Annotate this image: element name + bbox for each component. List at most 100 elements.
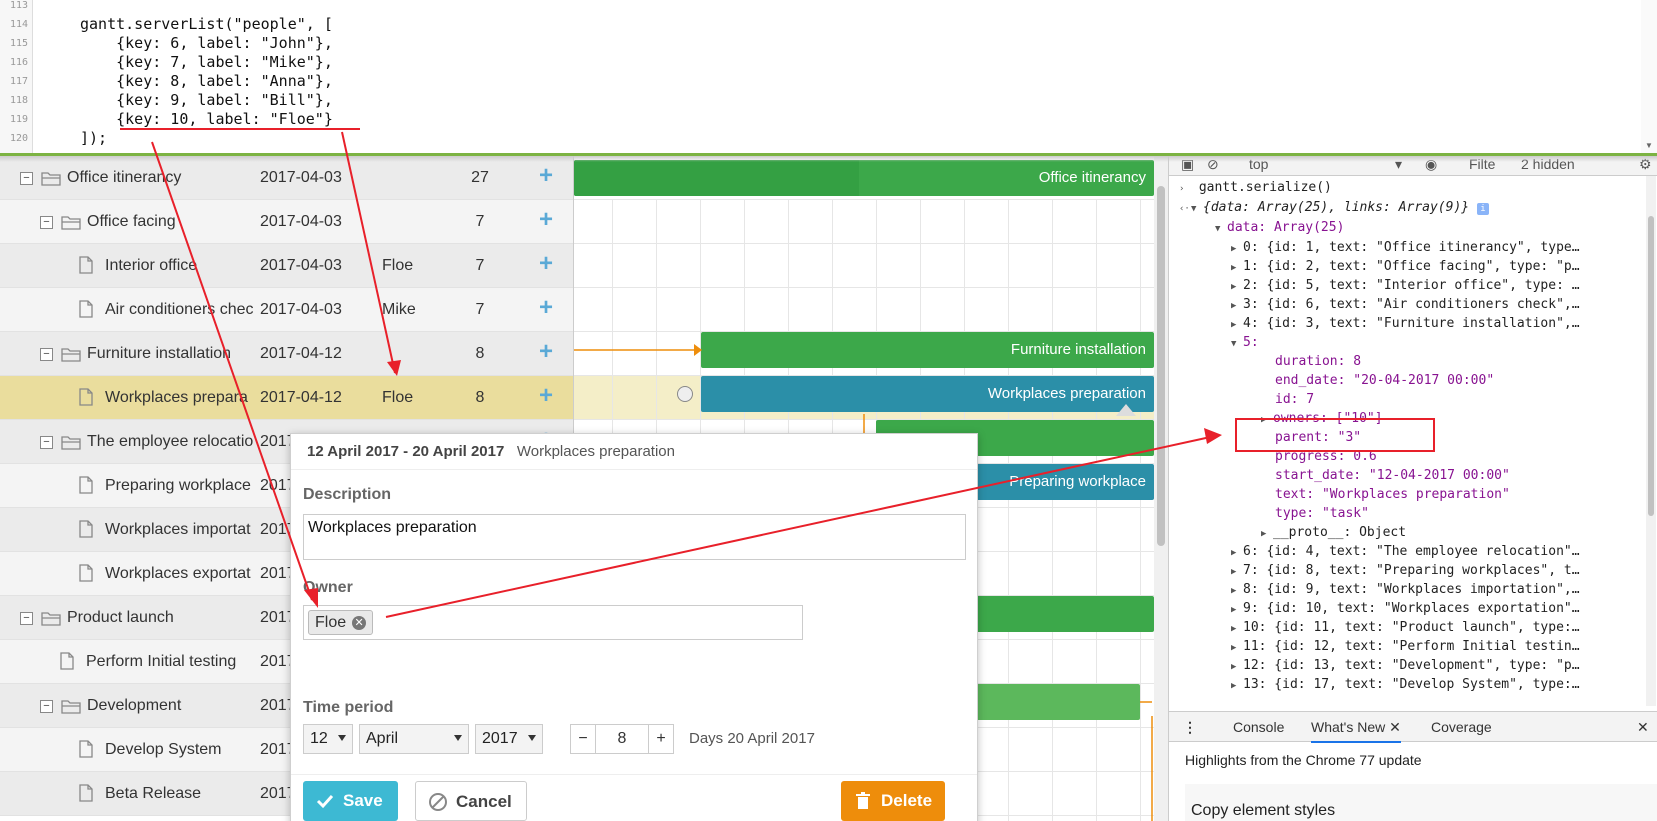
tree-item[interactable]: ▶ 11: {id: 12, text: "Perform Initial tes… (1231, 639, 1657, 659)
whats-new-item[interactable]: Copy element styles (1185, 784, 1657, 821)
code-text: {key: 7, label: "Mike"}, (80, 53, 333, 71)
add-task-icon[interactable]: + (536, 164, 556, 188)
day-select[interactable]: 12 (303, 724, 353, 754)
add-task-icon[interactable]: + (536, 384, 556, 408)
code-line: 113 (0, 0, 1640, 15)
console-result[interactable]: ‹·▼ {data: Array(25), links: Array(9)} i (1179, 200, 1649, 220)
prop-duration: duration: 8 (1275, 354, 1362, 369)
month-select[interactable]: April (359, 724, 469, 754)
add-task-icon[interactable]: + (536, 252, 556, 276)
line-number: 115 (9, 38, 28, 49)
add-task-icon[interactable]: + (536, 208, 556, 232)
table-row[interactable]: Interior office 2017-04-03 Floe 7 + (0, 244, 574, 288)
code-text: {key: 10, label: "Floe"} (80, 110, 333, 128)
tree-item[interactable]: ▶ 10: {id: 11, text: "Product launch", ty… (1231, 620, 1657, 640)
tree-label: 3: {id: 6, text: "Air conditioners check… (1243, 297, 1580, 312)
owner-multiselect[interactable]: Floe ✕ (303, 605, 803, 640)
info-icon[interactable]: i (1476, 203, 1489, 215)
tab-whats-new[interactable]: What's New ✕ (1311, 719, 1401, 743)
collapse-toggle-icon[interactable]: − (40, 436, 53, 449)
bar-label: Office itinerancy (1038, 169, 1146, 186)
duration: 7 (475, 257, 485, 274)
prop-proto[interactable]: ▶ __proto__: Object (1261, 525, 1657, 545)
collapse-toggle-icon[interactable]: − (40, 348, 53, 361)
lightbox-period: 12 April 2017 - 20 April 2017 (307, 443, 505, 460)
tree-label: 1: {id: 2, text: "Office facing", type: … (1243, 259, 1580, 274)
start-date: 2017-04-03 (260, 301, 342, 318)
tree-item-5[interactable]: ▼ 5: (1231, 335, 1657, 355)
prop-owners[interactable]: ▶ owners: ["10"] (1261, 411, 1657, 431)
table-row[interactable]: − Office facing 2017-04-03 7 + (0, 200, 574, 244)
scroll-thumb[interactable] (1157, 186, 1165, 546)
collapse-triangle-icon: ▶ (1231, 586, 1237, 596)
gantt-scrollbar[interactable] (1154, 156, 1168, 821)
prop-progress: progress: 0.6 (1275, 449, 1377, 464)
delete-label: Delete (881, 791, 933, 810)
scroll-down-icon[interactable]: ▼ (1645, 141, 1653, 150)
tree-item[interactable]: ▶ 6: {id: 4, text: "The employee relocati… (1231, 544, 1657, 564)
tree-item[interactable]: ▶ 7: {id: 8, text: "Preparing workplaces"… (1231, 563, 1657, 583)
delete-button[interactable]: Delete (841, 781, 945, 821)
collapse-toggle-icon[interactable]: − (20, 172, 33, 185)
tree-label: data: Array(25) (1227, 220, 1345, 235)
owner-label: Owner (303, 579, 353, 596)
folder-icon (61, 216, 81, 230)
start-date: 2017-04-12 (260, 345, 342, 362)
collapse-toggle-icon[interactable]: − (40, 700, 53, 713)
tree-item[interactable]: ▶ 1: {id: 2, text: "Office facing", type:… (1231, 259, 1657, 279)
year-select[interactable]: 2017 (475, 724, 543, 754)
cancel-button[interactable]: Cancel (415, 781, 527, 821)
code-line: 120]); (0, 129, 1640, 148)
tree-item[interactable]: ▶ 8: {id: 9, text: "Workplaces importatio… (1231, 582, 1657, 602)
tree-item[interactable]: ▶ 9: {id: 10, text: "Workplaces exportati… (1231, 601, 1657, 621)
folder-icon (41, 612, 61, 626)
tree-item-data[interactable]: ▼ data: Array(25) (1215, 220, 1657, 240)
add-task-icon[interactable]: + (536, 340, 556, 364)
decrease-button[interactable]: − (571, 725, 595, 753)
tree-item[interactable]: ▶ 13: {id: 17, text: "Develop System", ty… (1231, 677, 1657, 697)
tree-item[interactable]: ▶ 0: {id: 1, text: "Office itinerancy", t… (1231, 240, 1657, 260)
table-row[interactable]: − Office itinerancy 2017-04-03 27 + (0, 156, 574, 200)
remove-owner-icon[interactable]: ✕ (352, 616, 367, 630)
folder-icon (61, 700, 81, 714)
day-value: 12 (310, 730, 328, 747)
increase-button[interactable]: + (649, 725, 673, 753)
code-editor[interactable]: 113 114 gantt.serverList("people", [115 {k… (0, 0, 1657, 154)
file-icon (60, 652, 74, 670)
duration-input[interactable]: 8 (595, 725, 649, 753)
line-number: 116 (9, 57, 28, 68)
description-textarea[interactable]: Workplaces preparation (303, 514, 966, 560)
file-icon (79, 476, 93, 494)
task-name: Air conditioners chec (105, 301, 254, 318)
code-text: gantt.serverList("people", [ (80, 15, 333, 33)
close-drawer-icon[interactable]: ✕ (1637, 719, 1649, 736)
save-button[interactable]: Save (303, 781, 398, 821)
tree-item[interactable]: ▶ 3: {id: 6, text: "Air conditioners chec… (1231, 297, 1657, 317)
tree-item[interactable]: ▶ 12: {id: 13, text: "Development", type:… (1231, 658, 1657, 678)
line-number: 113 (9, 0, 28, 11)
add-task-icon[interactable]: + (536, 296, 556, 320)
duration: 8 (475, 389, 485, 406)
collapse-toggle-icon[interactable]: − (40, 216, 53, 229)
scroll-thumb[interactable] (1648, 216, 1654, 516)
start-date: 2017-04-03 (260, 213, 342, 230)
folder-icon (61, 348, 81, 362)
task-name: Product launch (67, 609, 174, 626)
drawer-menu-icon[interactable]: ⋮ (1183, 719, 1197, 736)
tree-item[interactable]: ▶ 2: {id: 5, text: "Interior office", typ… (1231, 278, 1657, 298)
console-scrollbar[interactable] (1646, 176, 1656, 706)
table-row[interactable]: − Furniture installation 2017-04-12 8 + (0, 332, 574, 376)
tab-coverage[interactable]: Coverage (1431, 719, 1492, 735)
folder-icon (61, 436, 81, 450)
collapse-toggle-icon[interactable]: − (20, 612, 33, 625)
tab-console[interactable]: Console (1233, 719, 1284, 735)
tree-label: 0: {id: 1, text: "Office itinerancy", ty… (1243, 240, 1580, 255)
close-icon[interactable]: ✕ (1389, 719, 1401, 735)
table-row[interactable]: Air conditioners chec 2017-04-03 Mike 7 + (0, 288, 574, 332)
task-name: Workplaces prepara (105, 389, 248, 406)
task-name: Development (87, 697, 182, 714)
expand-triangle-icon: ▼ (1215, 224, 1221, 234)
editor-scrollbar[interactable]: ▼ (1641, 0, 1657, 154)
table-row-selected[interactable]: Workplaces prepara 2017-04-12 Floe 8 + (0, 376, 574, 420)
tree-item[interactable]: ▶ 4: {id: 3, text: "Furniture installatio… (1231, 316, 1657, 336)
